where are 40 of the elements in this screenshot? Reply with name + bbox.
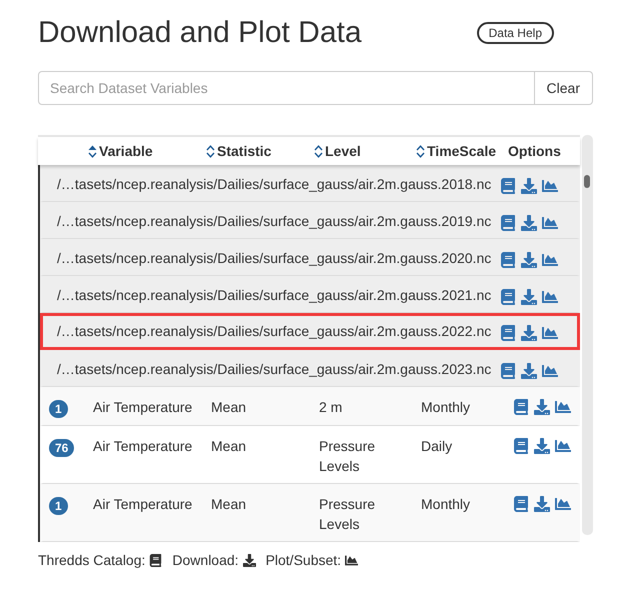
file-path[interactable]: /…tasets/ncep.reanalysis/Dailies/surface_gauss/air.2m.gauss.2020.nc	[57, 248, 492, 269]
timescale-cell-text: Monthly	[421, 495, 472, 514]
column-header: Options	[508, 142, 561, 161]
level-cell-text: Pressure Levels	[319, 495, 376, 534]
timescale-cell-text: Daily	[421, 437, 454, 456]
clear-button[interactable]: Clear	[534, 71, 593, 105]
search-field[interactable]: Search Dataset Variables	[38, 71, 535, 105]
sort-icon[interactable]	[88, 144, 97, 158]
column-header[interactable]: Variable	[99, 140, 153, 162]
statistic-cell-text: Mean	[211, 398, 248, 417]
file-path[interactable]: /…tasets/ncep.reanalysis/Dailies/surface_gauss/air.2m.gauss.2023.nc	[57, 359, 492, 380]
statistic-cell-text: Mean	[211, 437, 248, 456]
level-cell-text: Pressure Levels	[319, 437, 376, 476]
sort-icon[interactable]	[206, 144, 215, 158]
legend-label: Plot/Subset:	[266, 551, 342, 570]
statistic-cell-text: Mean	[211, 495, 248, 514]
column-header[interactable]: Level	[325, 140, 361, 162]
book-icon[interactable]	[149, 554, 162, 567]
legend-label: Thredds Catalog:	[38, 551, 146, 570]
file-path[interactable]: /…tasets/ncep.reanalysis/Dailies/surface_gauss/air.2m.gauss.2021.nc	[57, 285, 492, 306]
timescale-cell-text: Monthly	[421, 398, 472, 417]
column-header[interactable]: Statistic	[217, 140, 272, 162]
download-icon[interactable]	[242, 554, 256, 567]
variable-cell-text: Air Temperature	[93, 437, 194, 456]
count-badge: 1	[49, 497, 68, 515]
page-title: Download and Plot Data	[38, 15, 362, 51]
data-help-button[interactable]: Data Help	[476, 22, 554, 44]
sort-icon[interactable]	[314, 144, 323, 158]
sort-icon[interactable]	[416, 144, 425, 158]
column-header[interactable]: TimeScale	[427, 140, 496, 162]
count-badge: 1	[49, 400, 68, 418]
file-path[interactable]: /…tasets/ncep.reanalysis/Dailies/surface_gauss/air.2m.gauss.2022.nc	[57, 321, 492, 342]
count-badge: 76	[49, 439, 74, 457]
level-cell-text: 2 m	[319, 398, 344, 417]
variable-cell-text: Air Temperature	[93, 495, 194, 514]
file-path[interactable]: /…tasets/ncep.reanalysis/Dailies/surface_gauss/air.2m.gauss.2018.nc	[57, 174, 492, 195]
variable-cell-text: Air Temperature	[93, 398, 194, 417]
file-path[interactable]: /…tasets/ncep.reanalysis/Dailies/surface_gauss/air.2m.gauss.2019.nc	[57, 211, 492, 232]
legend-label: Download:	[172, 551, 239, 570]
area-chart-icon[interactable]	[345, 554, 358, 567]
